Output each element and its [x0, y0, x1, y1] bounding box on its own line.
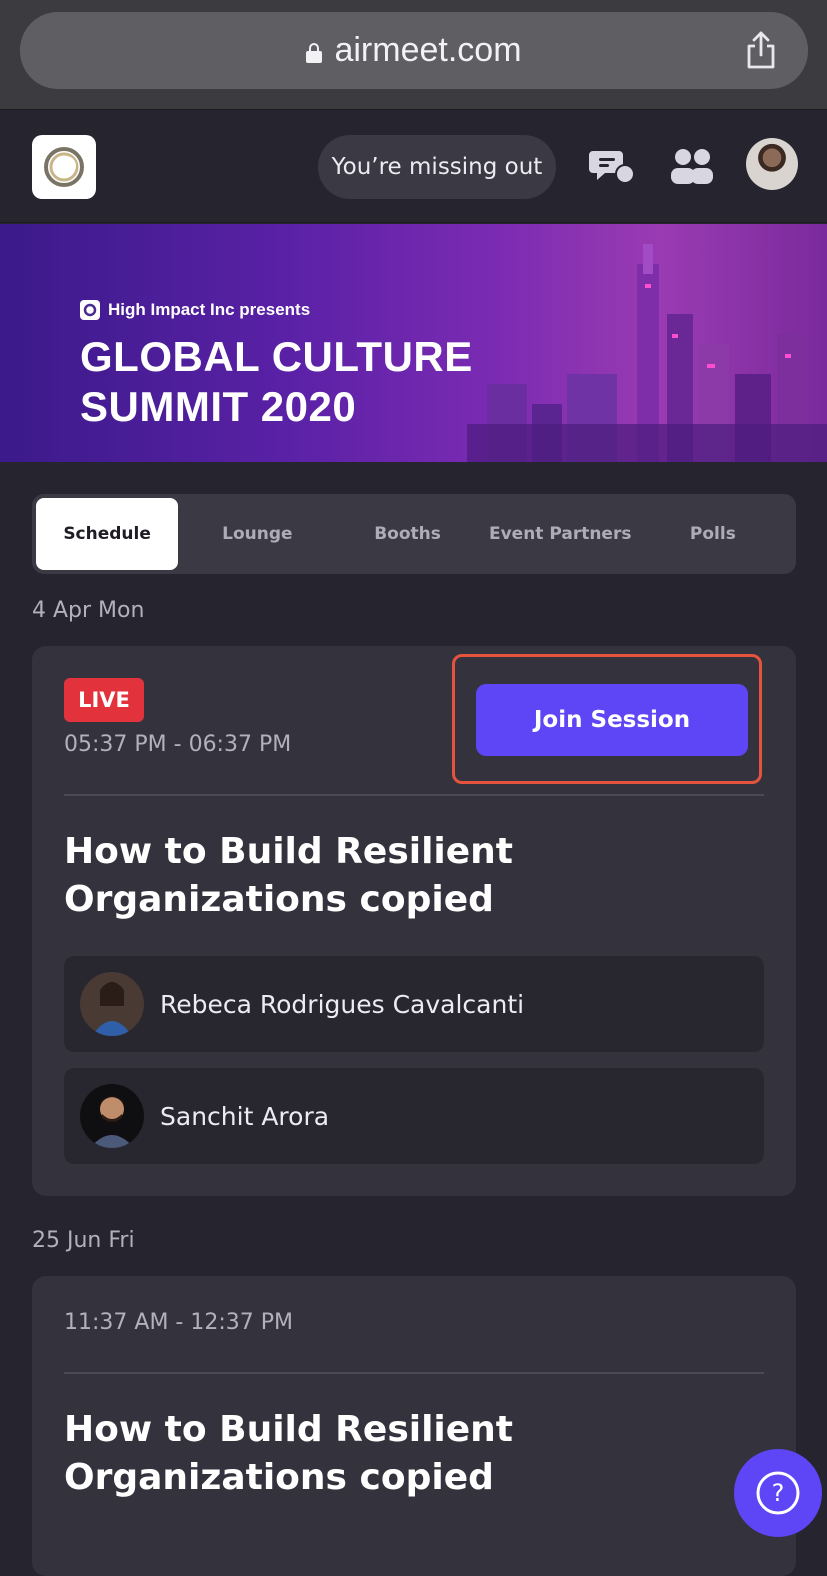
speaker-avatar	[80, 972, 144, 1036]
banner-title-line2: SUMMIT 2020	[80, 383, 357, 430]
share-icon[interactable]	[744, 30, 778, 70]
city-skyline-graphic	[467, 244, 827, 462]
speaker-name: Sanchit Arora	[160, 1101, 330, 1131]
help-button[interactable]: ?	[734, 1449, 822, 1537]
tab-lounge[interactable]: Lounge	[186, 498, 328, 570]
date-label: 25 Jun Fri	[32, 1228, 135, 1253]
logo-ring-icon	[44, 147, 84, 187]
presenter-logo-icon	[80, 300, 100, 320]
banner-presenter: High Impact Inc presents	[80, 300, 310, 320]
url-text: airmeet.com	[334, 31, 522, 69]
live-badge: LIVE	[64, 678, 144, 722]
divider	[64, 794, 764, 796]
session-title: How to Build Resilient Organizations cop…	[64, 831, 514, 920]
app-logo[interactable]	[32, 135, 96, 199]
speaker-name: Rebeca Rodrigues Cavalcanti	[160, 989, 525, 1019]
speaker-avatar	[80, 1084, 144, 1148]
chat-icon[interactable]	[589, 147, 635, 185]
session-time: 05:37 PM - 06:37 PM	[64, 732, 292, 757]
session-time: 11:37 AM - 12:37 PM	[64, 1310, 293, 1335]
missing-out-button[interactable]: You’re missing out	[318, 135, 556, 199]
session-card[interactable]: 11:37 AM - 12:37 PM How to Build Resilie…	[32, 1276, 796, 1576]
banner-title-line1: GLOBAL CULTURE	[80, 333, 473, 380]
join-session-button[interactable]: Join Session	[476, 684, 748, 756]
help-icon: ?	[756, 1471, 800, 1515]
tab-bar: Schedule Lounge Booths Event Partners Po…	[32, 494, 796, 574]
svg-text:?: ?	[772, 1479, 785, 1507]
app-header: You’re missing out	[0, 111, 827, 223]
date-label: 4 Apr Mon	[32, 598, 145, 623]
speaker-row[interactable]: Rebeca Rodrigues Cavalcanti	[64, 956, 764, 1052]
tab-event-partners[interactable]: Event Partners	[487, 498, 634, 570]
session-title: How to Build Resilient Organizations cop…	[64, 1409, 514, 1498]
divider	[64, 1372, 764, 1374]
session-card[interactable]: LIVE 05:37 PM - 06:37 PM Join Session Ho…	[32, 646, 796, 1196]
lock-icon	[306, 42, 323, 63]
user-avatar[interactable]	[746, 138, 798, 190]
url-bar[interactable]: airmeet.com	[20, 12, 808, 89]
presenter-text: High Impact Inc presents	[108, 300, 311, 319]
browser-bar: airmeet.com	[0, 0, 827, 110]
banner-title: GLOBAL CULTURE SUMMIT 2020	[80, 332, 520, 432]
people-icon[interactable]	[669, 147, 715, 187]
tab-polls[interactable]: Polls	[642, 498, 784, 570]
tab-schedule[interactable]: Schedule	[36, 498, 179, 570]
tab-booths[interactable]: Booths	[336, 498, 478, 570]
speaker-row[interactable]: Sanchit Arora	[64, 1068, 764, 1164]
event-banner: High Impact Inc presents GLOBAL CULTURE …	[0, 224, 827, 462]
